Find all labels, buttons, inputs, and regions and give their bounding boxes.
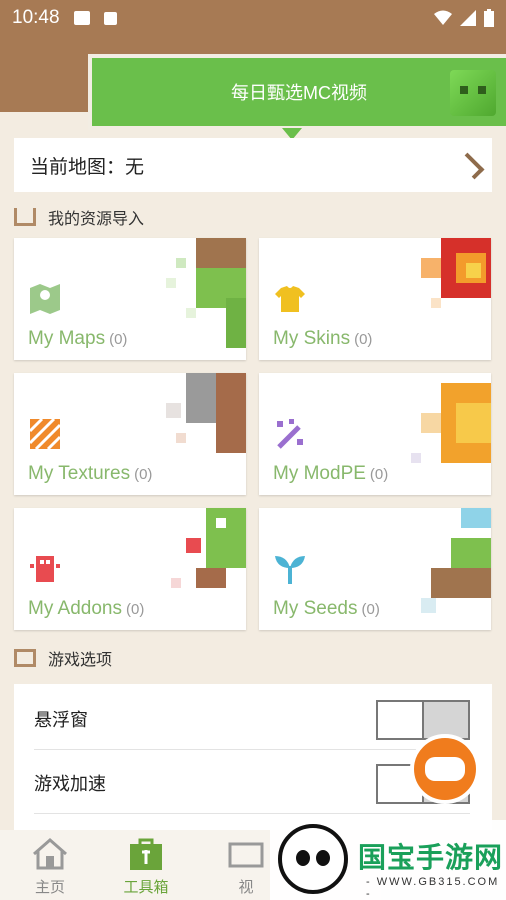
image-icon [73,11,90,25]
nav-label: 工具箱 [123,879,169,896]
grass-block-decor [166,238,246,348]
card-label: My Maps (0) [28,328,127,350]
slime-icon [450,70,496,116]
creeper-decor [171,508,246,588]
import-icon [14,208,36,226]
signal-icon [460,10,476,26]
toolbox-icon [130,838,162,870]
card-count: (0) [361,601,380,618]
section-game-options-label: 游戏选项 [48,652,113,669]
section-game-options-title: 游戏选项 [14,646,112,670]
card-title: My Addons [28,598,122,619]
home-icon [33,838,67,870]
card-label: My Skins (0) [273,328,372,350]
clock: 10:48 [12,7,60,28]
card-count: (0) [126,601,145,618]
site-watermark: 国宝手游网 - WWW.GB315.COM - [270,820,506,900]
card-label: My ModPE (0) [273,463,388,485]
card-title: My ModPE [273,463,366,484]
sprout-icon [275,556,305,584]
map-icon [30,284,60,314]
current-map-label: 当前地图： [30,156,126,178]
section-import-title: 我的资源导入 [14,205,144,229]
battery-icon [484,9,494,27]
nav-label: 视 [238,879,254,896]
status-bar: 10:48 [0,0,506,36]
grass-slope-decor [421,508,491,613]
card-my-skins[interactable]: My Skins (0) [259,238,491,360]
card-count: (0) [109,331,128,348]
sun-decor [411,383,491,463]
card-title: My Maps [28,328,106,349]
nav-home[interactable]: 主页 [10,838,90,897]
lava-decor [421,238,491,308]
banner-text: 每日甄选MC视频 [231,83,367,103]
a-icon [103,11,117,25]
stone-decor [166,373,246,453]
texture-icon [28,417,62,451]
panda-logo-icon [278,824,348,894]
option-label: 悬浮窗 [34,709,88,730]
chevron-right-icon [457,152,485,180]
gamepad-fab[interactable] [410,734,480,804]
addon-icon [30,556,60,582]
card-my-seeds[interactable]: My Seeds (0) [259,508,491,630]
card-my-addons[interactable]: My Addons (0) [14,508,246,630]
floating-window-toggle[interactable] [376,700,470,740]
current-map-value: 无 [125,156,145,178]
card-count: (0) [354,331,373,348]
nav-label: 主页 [34,879,65,896]
card-title: My Skins [273,328,351,349]
watermark-title: 国宝手游网 [358,842,504,873]
options-icon [14,649,36,667]
wifi-icon [434,10,452,25]
card-title: My Textures [28,463,131,484]
nav-toolbox[interactable]: 工具箱 [106,838,186,897]
card-my-modpe[interactable]: My ModPE (0) [259,373,491,495]
toggle-knob [378,702,424,738]
magic-wand-icon [277,419,303,449]
card-label: My Addons (0) [28,598,144,620]
current-map-selector[interactable]: 当前地图： 无 [14,138,492,192]
shirt-icon [275,286,305,312]
card-count: (0) [369,466,389,483]
card-label: My Textures (0) [28,463,152,485]
card-my-textures[interactable]: My Textures (0) [14,373,246,495]
video-icon [228,842,264,868]
card-my-maps[interactable]: My Maps (0) [14,238,246,360]
video-banner[interactable]: 每日甄选MC视频 [88,54,506,130]
card-title: My Seeds [273,598,358,619]
watermark-subtitle: - WWW.GB315.COM - [366,876,500,900]
section-import-label: 我的资源导入 [48,211,145,228]
card-label: My Seeds (0) [273,598,380,620]
option-label: 游戏加速 [34,773,106,794]
option-floating-window: 悬浮窗 [34,688,470,750]
option-game-speed: 游戏加速 [34,752,470,814]
gamepad-icon [425,757,465,781]
card-count: (0) [134,466,153,483]
